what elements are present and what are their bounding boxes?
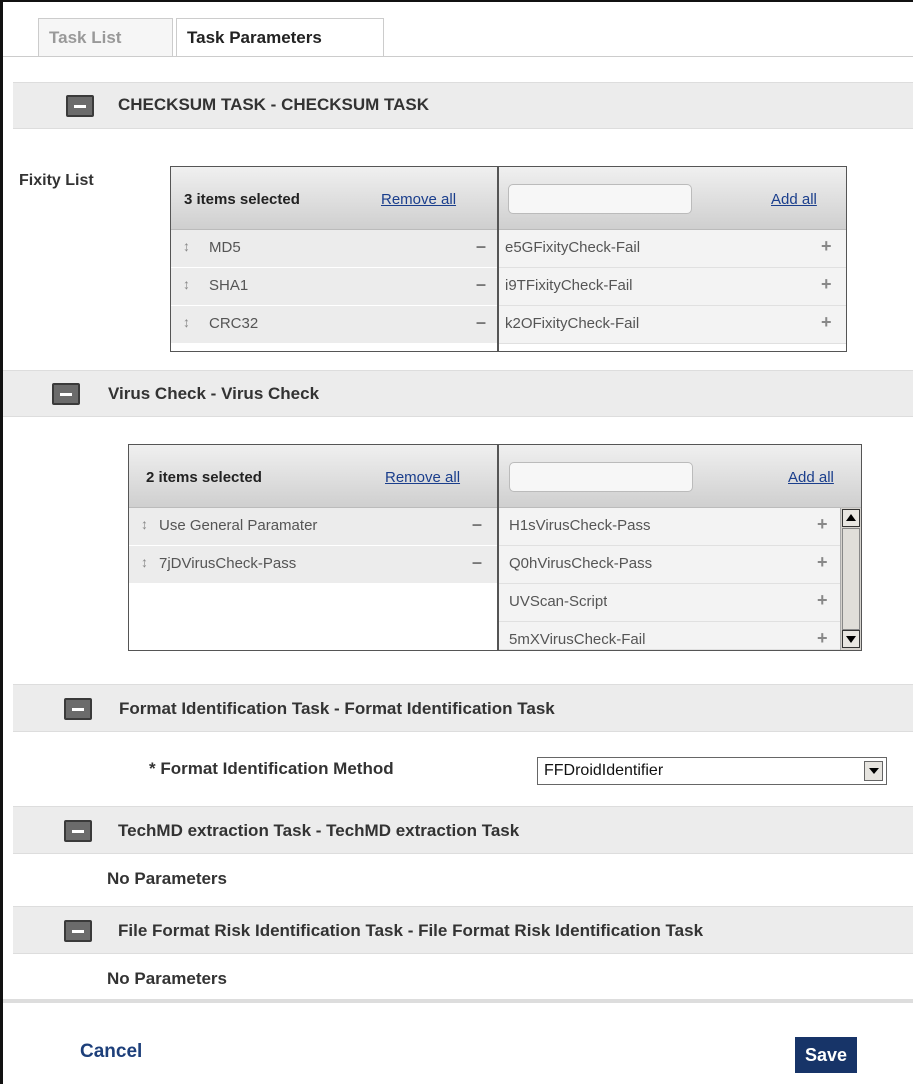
virus-available-item-label: Q0hVirusCheck-Pass xyxy=(509,555,653,572)
fixity-selected-item-label: CRC32 xyxy=(209,315,259,332)
add-item-icon[interactable]: + xyxy=(821,312,832,333)
fixity-selected-item[interactable]: ↕ CRC32 – xyxy=(171,306,497,344)
scroll-up-icon[interactable] xyxy=(842,509,860,527)
section-techmd-title: TechMD extraction Task - TechMD extracti… xyxy=(118,821,520,840)
fixity-multiselect: 3 items selected Remove all Add all ↕ MD… xyxy=(170,166,847,352)
virus-available-item[interactable]: 5mXVirusCheck-Fail + xyxy=(499,622,840,650)
section-checksum-title: CHECKSUM TASK - CHECKSUM TASK xyxy=(118,95,430,114)
fixity-add-all-link[interactable]: Add all xyxy=(771,191,817,208)
scroll-thumb[interactable] xyxy=(842,528,860,630)
fixity-remove-all-link[interactable]: Remove all xyxy=(381,191,456,208)
virus-available-item-label: UVScan-Script xyxy=(509,593,608,610)
add-item-icon[interactable]: + xyxy=(821,274,832,295)
format-method-select[interactable]: FFDroidIdentifier xyxy=(537,757,887,785)
fixity-available-item-label: i9TFixityCheck-Fail xyxy=(505,277,633,294)
virus-search-input[interactable] xyxy=(509,462,693,492)
collapse-format-button[interactable] xyxy=(64,698,92,720)
virus-available-scrollbar[interactable] xyxy=(840,508,861,650)
fixity-selected-item[interactable]: ↕ MD5 – xyxy=(171,230,497,268)
virus-multiselect: 2 items selected Remove all Add all ↕ Us… xyxy=(128,444,862,651)
virus-selected-item[interactable]: ↕ 7jDVirusCheck-Pass – xyxy=(129,546,497,584)
collapse-checksum-button[interactable] xyxy=(66,95,94,117)
fixity-search-input[interactable] xyxy=(508,184,692,214)
section-techmd-header: TechMD extraction Task - TechMD extracti… xyxy=(13,806,913,854)
section-risk-header: File Format Risk Identification Task - F… xyxy=(13,906,913,954)
fixity-available-item[interactable]: i9TFixityCheck-Fail + xyxy=(499,268,846,306)
collapse-techmd-button[interactable] xyxy=(64,820,92,842)
remove-item-icon[interactable]: – xyxy=(472,514,482,535)
format-method-label: * Format Identification Method xyxy=(149,759,394,778)
drag-handle-icon[interactable]: ↕ xyxy=(141,554,148,570)
add-item-icon[interactable]: + xyxy=(821,236,832,257)
techmd-no-parameters: No Parameters xyxy=(107,869,228,888)
tab-task-list[interactable]: Task List xyxy=(38,18,173,56)
collapse-risk-button[interactable] xyxy=(64,920,92,942)
virus-selected-item-label: 7jDVirusCheck-Pass xyxy=(159,555,297,572)
scroll-down-icon[interactable] xyxy=(842,630,860,648)
section-risk-title: File Format Risk Identification Task - F… xyxy=(118,921,704,940)
footer-divider xyxy=(3,999,913,1003)
fixity-selected-item[interactable]: ↕ SHA1 – xyxy=(171,268,497,306)
add-item-icon[interactable]: + xyxy=(817,590,828,611)
virus-available-item-label: H1sVirusCheck-Pass xyxy=(509,517,651,534)
section-virus-title: Virus Check - Virus Check xyxy=(108,384,320,403)
format-method-selected-value: FFDroidIdentifier xyxy=(544,762,664,779)
risk-no-parameters: No Parameters xyxy=(107,969,228,988)
tab-task-list-label: Task List xyxy=(49,28,122,47)
tab-divider xyxy=(3,56,913,57)
virus-available-item-label: 5mXVirusCheck-Fail xyxy=(509,631,646,648)
fixity-selected-count: 3 items selected xyxy=(184,191,300,208)
drag-handle-icon[interactable]: ↕ xyxy=(183,238,190,254)
virus-available-item[interactable]: UVScan-Script + xyxy=(499,584,840,622)
virus-add-all-link[interactable]: Add all xyxy=(788,469,834,486)
cancel-button[interactable]: Cancel xyxy=(80,1041,142,1063)
virus-selected-item[interactable]: ↕ Use General Paramater – xyxy=(129,508,497,546)
remove-item-icon[interactable]: – xyxy=(476,236,486,257)
add-item-icon[interactable]: + xyxy=(817,552,828,573)
remove-item-icon[interactable]: – xyxy=(472,552,482,573)
virus-remove-all-link[interactable]: Remove all xyxy=(385,469,460,486)
remove-item-icon[interactable]: – xyxy=(476,274,486,295)
add-item-icon[interactable]: + xyxy=(817,628,828,649)
fixity-available-item-label: k2OFixityCheck-Fail xyxy=(505,315,640,332)
fixity-available-item-label: e5GFixityCheck-Fail xyxy=(505,239,641,256)
section-checksum-header: CHECKSUM TASK - CHECKSUM TASK xyxy=(13,82,913,129)
virus-available-item[interactable]: H1sVirusCheck-Pass + xyxy=(499,508,840,546)
virus-selected-count: 2 items selected xyxy=(146,469,262,486)
remove-item-icon[interactable]: – xyxy=(476,312,486,333)
drag-handle-icon[interactable]: ↕ xyxy=(183,276,190,292)
collapse-virus-button[interactable] xyxy=(52,383,80,405)
tab-task-parameters[interactable]: Task Parameters xyxy=(176,18,384,56)
section-format-title: Format Identification Task - Format Iden… xyxy=(119,699,555,718)
tab-task-parameters-label: Task Parameters xyxy=(187,28,322,47)
virus-selected-item-label: Use General Paramater xyxy=(159,517,318,534)
fixity-available-item[interactable]: e5GFixityCheck-Fail + xyxy=(499,230,846,268)
fixity-selected-item-label: SHA1 xyxy=(209,277,249,294)
drag-handle-icon[interactable]: ↕ xyxy=(141,516,148,532)
section-format-header: Format Identification Task - Format Iden… xyxy=(13,684,913,732)
drag-handle-icon[interactable]: ↕ xyxy=(183,314,190,330)
save-button[interactable]: Save xyxy=(795,1037,857,1073)
dropdown-arrow-icon[interactable] xyxy=(864,761,883,781)
virus-available-item[interactable]: Q0hVirusCheck-Pass + xyxy=(499,546,840,584)
fixity-list-label: Fixity List xyxy=(19,172,94,189)
section-virus-header: Virus Check - Virus Check xyxy=(3,370,913,417)
fixity-selected-item-label: MD5 xyxy=(209,239,241,256)
add-item-icon[interactable]: + xyxy=(817,514,828,535)
fixity-available-item[interactable]: k2OFixityCheck-Fail + xyxy=(499,306,846,344)
